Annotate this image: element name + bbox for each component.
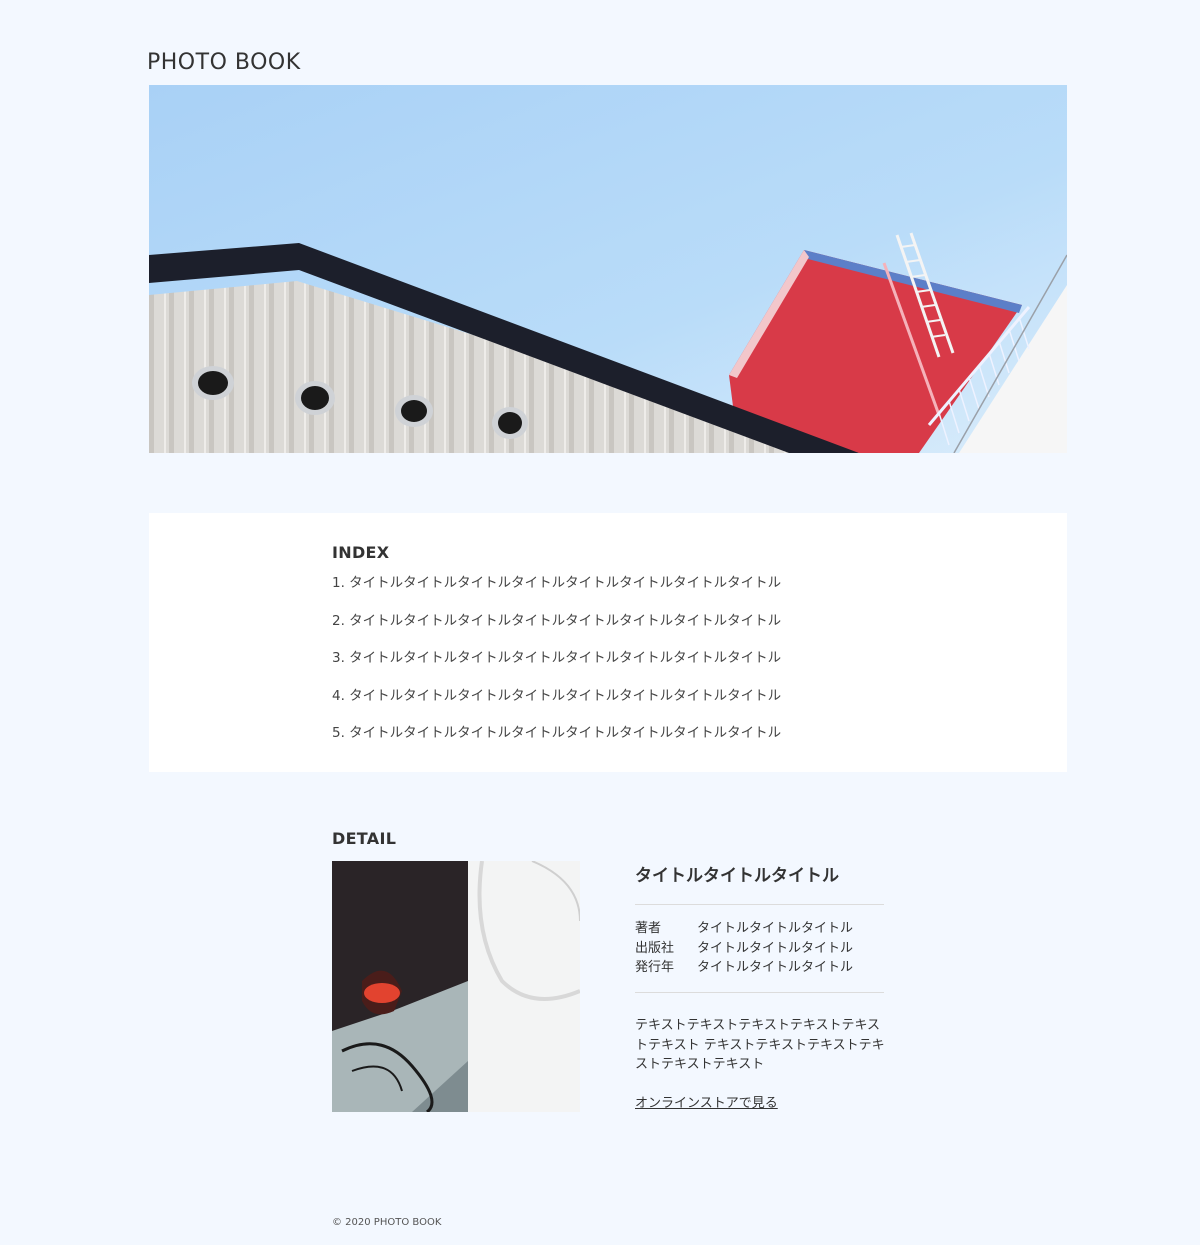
index-item[interactable]: 4. タイトルタイトルタイトルタイトルタイトルタイトルタイトルタイトル bbox=[332, 687, 781, 725]
index-item[interactable]: 3. タイトルタイトルタイトルタイトルタイトルタイトルタイトルタイトル bbox=[332, 649, 781, 687]
book-title: タイトルタイトルタイトル bbox=[635, 866, 839, 886]
hero-image bbox=[149, 85, 1067, 453]
meta-row-publisher: 出版社 タイトルタイトルタイトル bbox=[635, 939, 853, 959]
footer-copyright: © 2020 PHOTO BOOK bbox=[332, 1217, 442, 1228]
detail-heading: DETAIL bbox=[332, 829, 397, 848]
index-item[interactable]: 2. タイトルタイトルタイトルタイトルタイトルタイトルタイトルタイトル bbox=[332, 612, 781, 650]
meta-key: 出版社 bbox=[635, 940, 675, 956]
book-description: テキストテキストテキストテキストテキストテキスト テキストテキストテキストテキス… bbox=[635, 1018, 885, 1072]
meta-value: タイトルタイトルタイトル bbox=[697, 940, 854, 956]
index-item[interactable]: 1. タイトルタイトルタイトルタイトルタイトルタイトルタイトルタイトル bbox=[332, 574, 781, 612]
divider bbox=[635, 904, 884, 905]
divider bbox=[635, 992, 884, 993]
meta-row-author: 著者 タイトルタイトルタイトル bbox=[635, 919, 853, 939]
book-meta: 著者 タイトルタイトルタイトル 出版社 タイトルタイトルタイトル 発行年 タイト… bbox=[635, 919, 853, 978]
index-item[interactable]: 5. タイトルタイトルタイトルタイトルタイトルタイトルタイトルタイトル bbox=[332, 724, 781, 762]
index-section: INDEX 1. タイトルタイトルタイトルタイトルタイトルタイトルタイトルタイト… bbox=[149, 513, 1067, 772]
meta-value: タイトルタイトルタイトル bbox=[697, 921, 854, 936]
online-store-link[interactable]: オンラインストアで見る bbox=[635, 1092, 778, 1111]
meta-key: 著者 bbox=[635, 921, 662, 936]
index-heading: INDEX bbox=[332, 543, 390, 562]
meta-value: タイトルタイトルタイトル bbox=[697, 960, 854, 975]
meta-row-year: 発行年 タイトルタイトルタイトル bbox=[635, 958, 853, 978]
book-cover-image bbox=[332, 861, 580, 1112]
meta-key: 発行年 bbox=[635, 960, 675, 975]
index-list: 1. タイトルタイトルタイトルタイトルタイトルタイトルタイトルタイトル 2. タ… bbox=[332, 574, 781, 762]
site-title[interactable]: PHOTO BOOK bbox=[147, 50, 301, 75]
